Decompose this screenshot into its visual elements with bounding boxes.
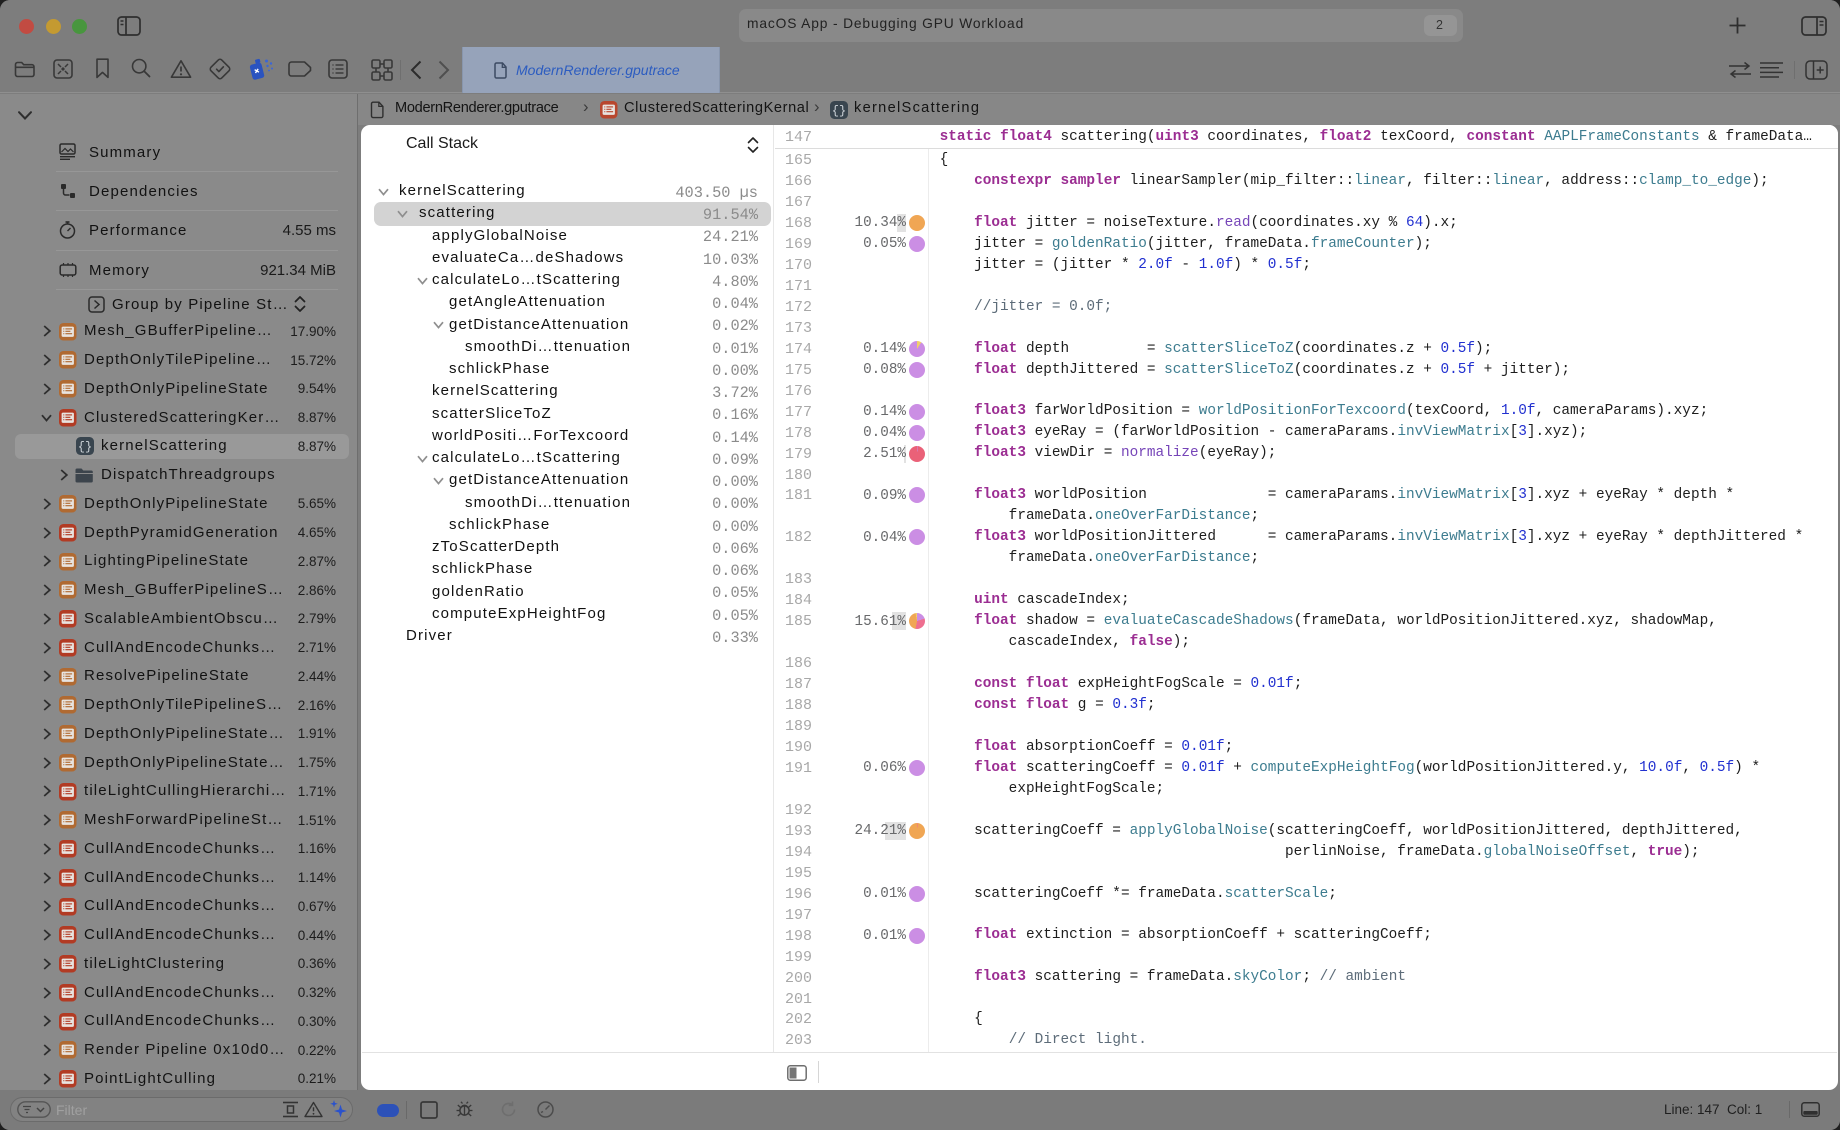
svg-text:{}: {} [832, 104, 846, 118]
svg-text:{}: {} [78, 441, 92, 455]
